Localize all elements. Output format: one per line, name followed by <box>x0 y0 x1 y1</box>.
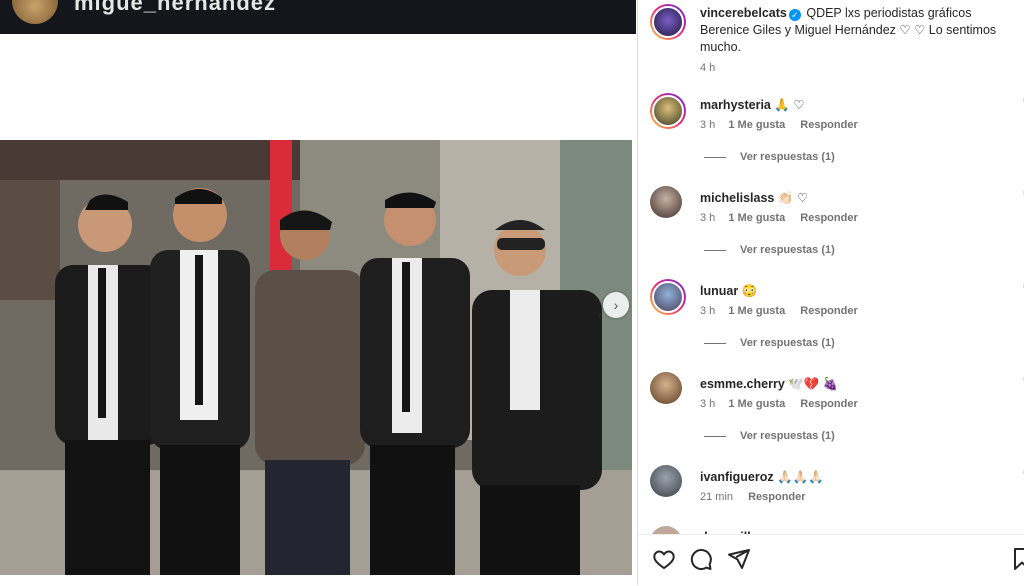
comment-username[interactable]: michelislass <box>700 191 774 205</box>
carousel-indicator-dot <box>598 313 602 317</box>
comment-likes[interactable]: 1 Me gusta <box>728 212 785 224</box>
view-replies-button[interactable]: Ver respuestas (1) <box>704 337 835 349</box>
reply-button[interactable]: Responder <box>800 119 857 131</box>
comment-body: lunuar 😳 <box>700 283 757 300</box>
commenter-avatar[interactable] <box>650 372 682 404</box>
caption-time: 4 h <box>700 62 716 74</box>
share-send-icon[interactable] <box>727 547 751 571</box>
post-photo-image <box>0 140 632 575</box>
save-bookmark-icon[interactable] <box>1010 547 1024 571</box>
caption-text-block: vincerebelcats ✓ QDEP lxs periodistas grá… <box>700 5 1018 56</box>
comments-panel: vincerebelcats ✓ QDEP lxs periodistas grá… <box>637 0 1024 586</box>
caption-username[interactable]: vincerebelcats <box>700 6 787 20</box>
comment-meta: 21 min Responder <box>700 491 806 503</box>
comment-body: marhysteria 🙏 ♡ <box>700 97 805 114</box>
reply-button[interactable]: Responder <box>800 305 857 317</box>
comment-bubble-icon[interactable] <box>689 547 713 571</box>
comment-meta: 3 h 1 Me gusta Responder <box>700 212 858 224</box>
comment-time: 3 h <box>700 398 716 410</box>
commenter-avatar[interactable] <box>650 465 682 497</box>
author-username[interactable]: migue_hernandez <box>74 0 276 16</box>
reply-button[interactable]: Responder <box>800 212 857 224</box>
commenter-avatar[interactable] <box>650 279 686 315</box>
comment-likes[interactable]: 1 Me gusta <box>728 119 785 131</box>
comment-username[interactable]: esmme.cherry <box>700 377 785 391</box>
comment-time: 21 min <box>700 491 734 503</box>
comment-text: 👏🏻 ♡ <box>777 191 809 205</box>
like-heart-icon[interactable] <box>652 547 676 571</box>
view-replies-button[interactable]: Ver respuestas (1) <box>704 151 835 163</box>
comment-meta: 3 h 1 Me gusta Responder <box>700 305 858 317</box>
comment-username[interactable]: marhysteria <box>700 98 771 112</box>
comment-text: 🙏🏻🙏🏻🙏🏻 <box>777 470 824 484</box>
reply-button[interactable]: Responder <box>748 491 805 503</box>
comment-text: 🕊️💔 🍇 <box>788 377 839 391</box>
post-header-bar: migue_hernandez <box>0 0 636 34</box>
comment-time: 3 h <box>700 119 716 131</box>
post-media-panel: migue_hernandez › <box>0 0 636 585</box>
comment-time: 3 h <box>700 212 716 224</box>
post-photo[interactable] <box>0 140 632 575</box>
verified-badge-icon: ✓ <box>788 9 801 21</box>
comment-meta: 3 h 1 Me gusta Responder <box>700 398 858 410</box>
comment-meta: 3 h 1 Me gusta Responder <box>700 119 858 131</box>
next-image-icon[interactable]: › <box>603 292 629 318</box>
commenter-avatar[interactable] <box>650 186 682 218</box>
comment-text: 🙏 ♡ <box>774 98 805 112</box>
comment-likes[interactable]: 1 Me gusta <box>728 305 785 317</box>
caption-author-avatar[interactable] <box>650 4 686 40</box>
comment-time: 3 h <box>700 305 716 317</box>
view-replies-button[interactable]: Ver respuestas (1) <box>704 430 835 442</box>
comment-body: ivanfigueroz 🙏🏻🙏🏻🙏🏻 <box>700 469 824 486</box>
comment-likes[interactable]: 1 Me gusta <box>728 398 785 410</box>
reply-button[interactable]: Responder <box>800 398 857 410</box>
comment-body: esmme.cherry 🕊️💔 🍇 <box>700 376 838 393</box>
author-avatar[interactable] <box>12 0 58 24</box>
comment-text: 😳 <box>741 284 758 298</box>
post-actions-bar <box>638 534 1024 586</box>
view-replies-button[interactable]: Ver respuestas (1) <box>704 244 835 256</box>
comment-body: michelislass 👏🏻 ♡ <box>700 190 808 207</box>
commenter-avatar[interactable] <box>650 93 686 129</box>
comment-username[interactable]: lunuar <box>700 284 738 298</box>
comment-username[interactable]: ivanfigueroz <box>700 470 774 484</box>
